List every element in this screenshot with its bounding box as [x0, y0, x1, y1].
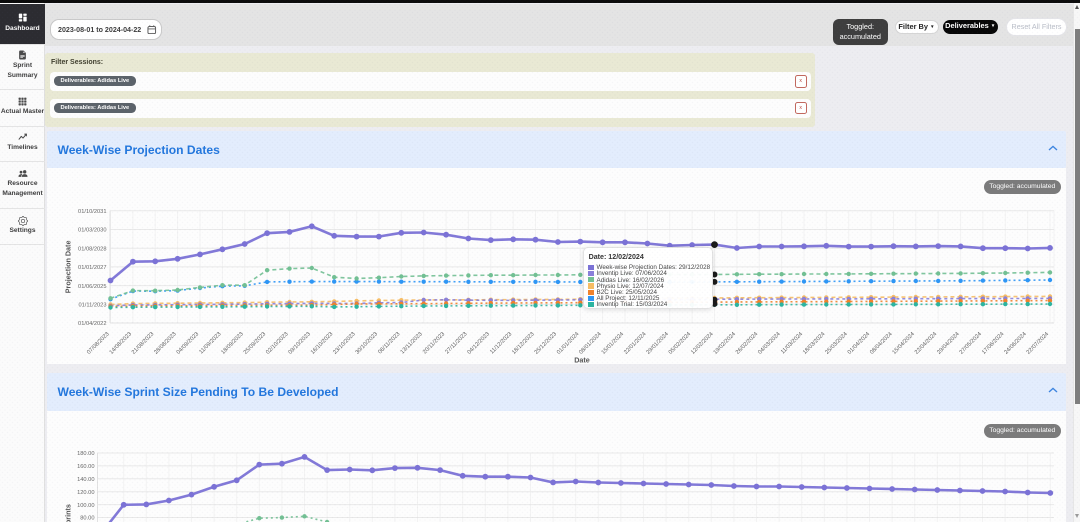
svg-text:30/10/2023: 30/10/2023 [354, 331, 378, 355]
svg-text:07/08/2023: 07/08/2023 [86, 331, 110, 355]
svg-text:08/04/2024: 08/04/2024 [869, 331, 893, 355]
svg-text:140.00: 140.00 [77, 477, 94, 483]
svg-text:04/12/2023: 04/12/2023 [466, 331, 490, 355]
svg-text:15/01/2024: 15/01/2024 [600, 331, 624, 355]
svg-text:13/11/2023: 13/11/2023 [399, 331, 423, 355]
svg-text:12/02/2024: 12/02/2024 [690, 331, 714, 355]
svg-text:180.00: 180.00 [77, 451, 94, 457]
svg-text:160.00: 160.00 [77, 464, 94, 470]
svg-text:Date: Date [574, 355, 590, 364]
svg-text:02/10/2023: 02/10/2023 [265, 331, 289, 355]
svg-text:80.00: 80.00 [80, 515, 94, 521]
svg-text:01/10/2031: 01/10/2031 [78, 209, 106, 215]
svg-text:29/04/2024: 29/04/2024 [936, 331, 960, 355]
svg-text:Sprints: Sprints [63, 504, 72, 522]
svg-text:100.00: 100.00 [77, 502, 94, 508]
svg-text:15/04/2024: 15/04/2024 [891, 331, 915, 355]
svg-text:17/06/2024: 17/06/2024 [981, 331, 1005, 355]
svg-text:14/08/2023: 14/08/2023 [108, 331, 132, 355]
svg-text:01/04/2022: 01/04/2022 [78, 321, 106, 327]
svg-text:01/11/2023: 01/11/2023 [78, 303, 106, 309]
svg-text:04/03/2024: 04/03/2024 [757, 331, 781, 355]
svg-text:27/11/2023: 27/11/2023 [444, 331, 468, 355]
svg-text:01/01/2024: 01/01/2024 [556, 331, 580, 355]
svg-text:11/03/2024: 11/03/2024 [780, 331, 804, 355]
svg-text:06/11/2023: 06/11/2023 [377, 331, 401, 355]
svg-text:23/10/2023: 23/10/2023 [332, 331, 356, 355]
svg-text:Projection Date: Projection Date [63, 241, 72, 294]
svg-text:25/09/2023: 25/09/2023 [242, 331, 266, 355]
svg-text:04/09/2023: 04/09/2023 [175, 331, 199, 355]
svg-text:05/02/2024: 05/02/2024 [667, 331, 691, 355]
svg-text:16/10/2023: 16/10/2023 [309, 331, 333, 355]
svg-text:120.00: 120.00 [77, 489, 94, 495]
svg-text:11/09/2023: 11/09/2023 [198, 331, 222, 355]
svg-text:21/08/2023: 21/08/2023 [130, 331, 154, 355]
svg-text:09/10/2023: 09/10/2023 [287, 331, 311, 355]
svg-text:26/02/2024: 26/02/2024 [734, 331, 758, 355]
svg-text:27/05/2024: 27/05/2024 [958, 331, 982, 355]
svg-text:11/12/2023: 11/12/2023 [489, 331, 513, 355]
svg-text:29/01/2024: 29/01/2024 [645, 331, 669, 355]
svg-text:19/02/2024: 19/02/2024 [712, 331, 736, 355]
svg-text:08/01/2024: 08/01/2024 [578, 331, 602, 355]
svg-text:22/01/2024: 22/01/2024 [623, 331, 647, 355]
svg-text:25/03/2024: 25/03/2024 [824, 331, 848, 355]
svg-text:01/04/2024: 01/04/2024 [846, 331, 870, 355]
svg-text:01/03/2030: 01/03/2030 [78, 228, 106, 234]
svg-text:01/08/2028: 01/08/2028 [78, 246, 106, 252]
svg-text:25/12/2023: 25/12/2023 [533, 331, 557, 355]
svg-text:18/12/2023: 18/12/2023 [511, 331, 535, 355]
svg-text:22/07/2024: 22/07/2024 [1025, 331, 1049, 355]
svg-text:01/01/2027: 01/01/2027 [78, 265, 106, 271]
svg-text:18/09/2023: 18/09/2023 [220, 331, 244, 355]
svg-text:24/06/2024: 24/06/2024 [1003, 331, 1027, 355]
svg-text:01/06/2025: 01/06/2025 [78, 284, 106, 290]
svg-text:18/03/2024: 18/03/2024 [802, 331, 826, 355]
svg-text:22/04/2024: 22/04/2024 [913, 331, 937, 355]
svg-text:20/11/2023: 20/11/2023 [422, 331, 446, 355]
svg-text:28/08/2023: 28/08/2023 [153, 331, 177, 355]
